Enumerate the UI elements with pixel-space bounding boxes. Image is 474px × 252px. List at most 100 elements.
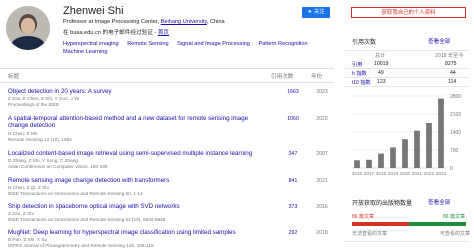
unavailable-count: 86 篇文章 bbox=[352, 214, 374, 220]
paper-authors: Z Zou, K Chen, Z Shi, Y Guo, J Ye bbox=[8, 96, 80, 101]
stat-label[interactable]: 引用 bbox=[352, 61, 362, 68]
x-tick-label: 2023 bbox=[436, 171, 447, 176]
paper-year: 2018 bbox=[316, 230, 328, 236]
citation-bar[interactable] bbox=[390, 147, 396, 168]
unavailable-caption: 无法查看的文章 bbox=[352, 231, 388, 237]
interest-link[interactable]: Hyperspectral imaging bbox=[63, 41, 119, 47]
y-tick-label: 1400 bbox=[450, 130, 461, 136]
cited-count-link[interactable]: 373 bbox=[283, 204, 303, 210]
divider bbox=[345, 241, 469, 242]
paper-authors: H Chen, Z Shi bbox=[8, 131, 38, 136]
paper-authors: B Pan, Z Shi, X Xu bbox=[8, 237, 48, 242]
x-tick-label: 2021 bbox=[412, 171, 423, 176]
stat-label[interactable]: h 指数 bbox=[352, 70, 367, 77]
table-row: MugNet: Deep learning for hyperspectral … bbox=[8, 229, 334, 249]
cited-count-link[interactable]: 1060 bbox=[283, 116, 303, 122]
x-tick-label: 2018 bbox=[376, 171, 387, 176]
paper-title[interactable]: Ship detection in spaceborne optical ima… bbox=[8, 203, 258, 210]
paper-venue: IEEE Transactions on Geoscience and Remo… bbox=[8, 217, 166, 222]
sort-year-header[interactable]: 年份 bbox=[311, 72, 322, 80]
citation-bar[interactable] bbox=[378, 153, 384, 168]
available-bar bbox=[409, 222, 466, 226]
paper-venue: Remote Sensing 12 (10), 1662 bbox=[8, 137, 72, 142]
paper-venue: IEEE Transactions on Geoscience and Remo… bbox=[8, 191, 143, 196]
homepage-link[interactable]: 首页 bbox=[158, 30, 169, 36]
paper-year: 2016 bbox=[316, 204, 328, 210]
divider bbox=[345, 50, 469, 51]
profile-photo bbox=[6, 6, 50, 50]
sort-title-header[interactable]: 标题 bbox=[8, 72, 19, 80]
open-access-title: 开放获取的出版物数量 bbox=[352, 201, 413, 207]
table-row: Remote sensing image change detection wi… bbox=[8, 177, 334, 197]
stat-since: 44 bbox=[450, 70, 456, 76]
paper-year: 2007 bbox=[316, 151, 328, 157]
cited-count-link[interactable]: 347 bbox=[283, 151, 303, 157]
interest-link[interactable]: Signal and Image Processing bbox=[177, 41, 250, 47]
profile-name: Zhenwei Shi bbox=[63, 5, 124, 17]
stat-all: 10019 bbox=[374, 61, 389, 67]
interest-link[interactable]: Pattern Recognition bbox=[258, 41, 307, 47]
available-count: 86 篇文章 bbox=[443, 214, 465, 220]
paper-authors: H Chen, Z Qi, Z Shi bbox=[8, 185, 49, 190]
claim-profile-button[interactable]: 获取我自己的个人资料 bbox=[351, 7, 466, 18]
divider bbox=[345, 86, 469, 87]
citation-bar[interactable] bbox=[414, 130, 420, 168]
cited-count-link[interactable]: 292 bbox=[283, 230, 303, 236]
paper-title[interactable]: A spatial-temporal attention-based metho… bbox=[8, 115, 258, 130]
table-header: 标题 引用次数 年份 bbox=[0, 68, 334, 83]
view-all-citations-link[interactable]: 查看全部 bbox=[428, 37, 450, 45]
paper-venue: Proceedings of the IEEE bbox=[8, 102, 60, 107]
paper-year: 2020 bbox=[316, 116, 328, 122]
table-row: A spatial-temporal attention-based metho… bbox=[8, 115, 334, 143]
table-row: Ship detection in spaceborne optical ima… bbox=[8, 203, 334, 223]
y-tick-label: 2800 bbox=[450, 94, 461, 100]
stat-since: 8275 bbox=[445, 61, 457, 67]
cited-by-title: 引用次数 bbox=[352, 40, 377, 46]
research-interests: Hyperspectral imaging Remote Sensing Sig… bbox=[63, 40, 323, 56]
profile-affiliation: Professor at Image Processing Center, Be… bbox=[63, 19, 225, 25]
affiliation-link[interactable]: Beihang University bbox=[161, 19, 207, 25]
cited-count-link[interactable]: 841 bbox=[283, 178, 303, 184]
interest-link[interactable]: Remote Sensing bbox=[127, 41, 168, 47]
available-caption: 可查看的文章 bbox=[440, 231, 471, 237]
stat-all: 49 bbox=[378, 70, 384, 76]
divider bbox=[345, 68, 469, 69]
star-icon: ★ bbox=[307, 9, 313, 15]
citation-bar[interactable] bbox=[402, 139, 408, 168]
citation-bar[interactable] bbox=[354, 160, 360, 168]
sort-cited-header[interactable]: 引用次数 bbox=[271, 72, 293, 80]
paper-authors: Z Zou, Z Shi bbox=[8, 211, 34, 216]
citation-bar[interactable] bbox=[366, 159, 372, 168]
y-tick-label: 2100 bbox=[450, 112, 461, 118]
x-tick-label: 2022 bbox=[424, 171, 435, 176]
paper-title[interactable]: Object detection in 20 years: A survey bbox=[8, 88, 258, 95]
cited-count-link[interactable]: 1663 bbox=[283, 89, 303, 95]
citations-per-year-chart: 2800 2100 1400 700 0 2016 2017 2018 2019 2020 2021… bbox=[351, 94, 461, 176]
citation-bar[interactable] bbox=[438, 98, 444, 168]
paper-venue: Asian Conference on Computer Vision, 180… bbox=[8, 164, 108, 169]
paper-authors: D Zhang, Z Shi, Y Song, C Zhang bbox=[8, 158, 78, 163]
divider bbox=[345, 77, 469, 78]
x-tick-label: 2020 bbox=[400, 171, 411, 176]
interest-link[interactable]: Machine Learning bbox=[63, 49, 107, 55]
stat-label[interactable]: i10 指数 bbox=[352, 79, 371, 86]
x-tick-label: 2019 bbox=[388, 171, 399, 176]
paper-title[interactable]: MugNet: Deep learning for hyperspectral … bbox=[8, 229, 258, 236]
y-tick-label: 700 bbox=[450, 148, 459, 154]
unavailable-bar bbox=[352, 222, 409, 226]
citation-bar[interactable] bbox=[426, 123, 432, 168]
view-all-open-access-link[interactable]: 查看全部 bbox=[428, 198, 450, 206]
x-tick-label: 2016 bbox=[352, 171, 363, 176]
stat-col-since: 2018 年至今 bbox=[435, 53, 464, 59]
follow-button[interactable]: ★ 关注 bbox=[302, 7, 330, 18]
x-tick-label: 2017 bbox=[364, 171, 375, 176]
table-row: Object detection in 20 years: A survey Z… bbox=[8, 88, 334, 108]
paper-title[interactable]: Localized content-based image retrieval … bbox=[8, 150, 258, 157]
paper-title[interactable]: Remote sensing image change detection wi… bbox=[8, 177, 258, 184]
verified-email: 在 buaa.edu.cn 的电子邮件经过验证 - 首页 bbox=[63, 30, 170, 36]
paper-year: 2023 bbox=[316, 89, 328, 95]
table-row: Localized content-based image retrieval … bbox=[8, 150, 334, 170]
paper-venue: ISPRS Journal of Photogrammetry and Remo… bbox=[8, 243, 154, 248]
paper-year: 2021 bbox=[316, 178, 328, 184]
y-tick-label: 0 bbox=[450, 166, 453, 172]
